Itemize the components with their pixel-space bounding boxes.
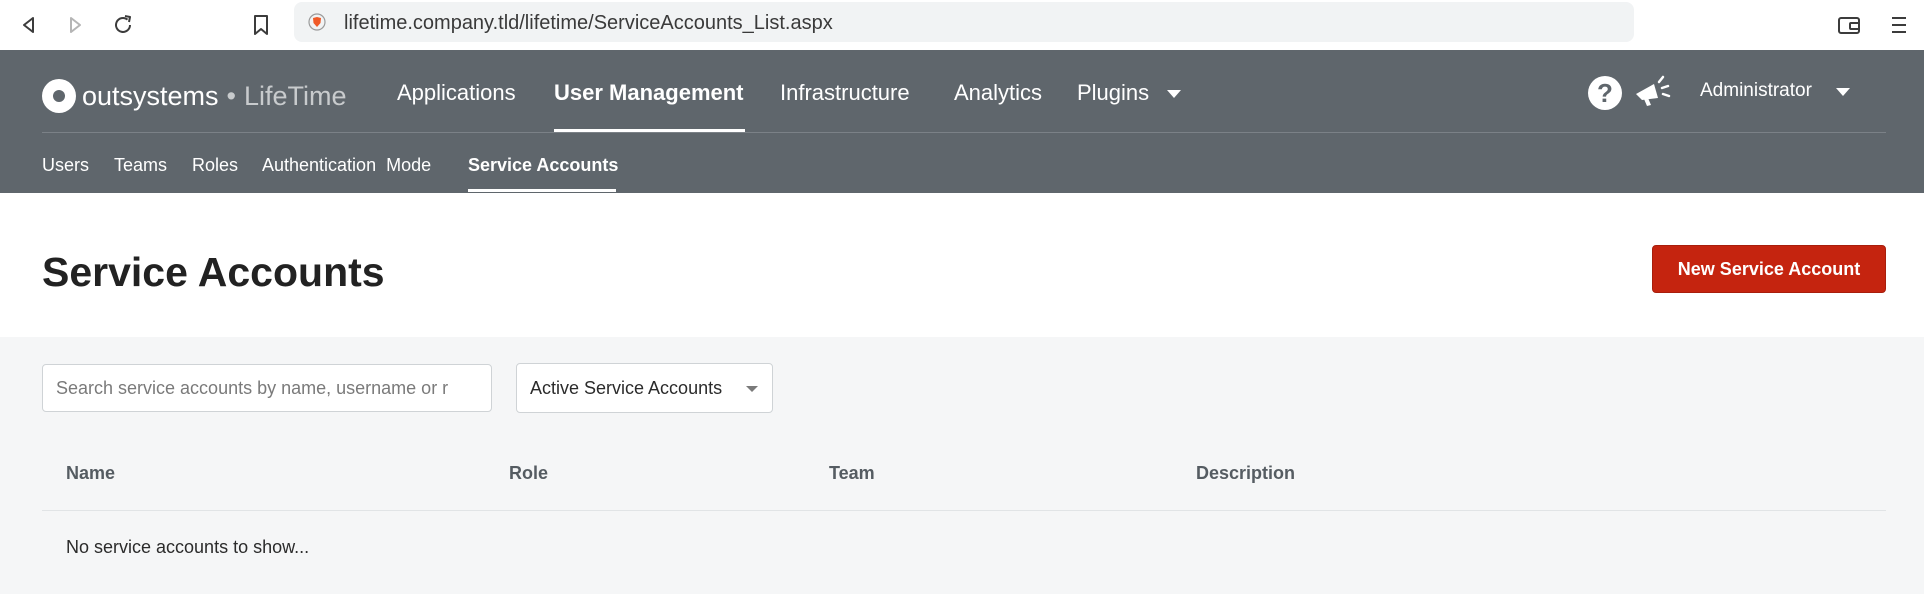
- empty-table-message: No service accounts to show...: [66, 537, 310, 557]
- nav-user-management[interactable]: User Management: [554, 80, 744, 106]
- table-header: Name Role Team Description: [42, 450, 1886, 511]
- app-header: outsystems • LifeTime Applications User …: [0, 50, 1924, 193]
- logo-brand: outsystems: [82, 80, 219, 111]
- column-header-name[interactable]: Name: [66, 463, 115, 484]
- back-icon: [23, 17, 34, 33]
- logo-separator: •: [226, 80, 236, 111]
- nav-plugins[interactable]: Plugins: [1077, 80, 1149, 106]
- column-header-description[interactable]: Description: [1196, 463, 1295, 484]
- forward-icon: [70, 17, 81, 33]
- subnav-authentication-mode[interactable]: Authentication Mode: [262, 155, 431, 176]
- header-divider: [42, 132, 1886, 133]
- chevron-down-icon: [746, 386, 758, 392]
- wallet-icon[interactable]: [1836, 12, 1862, 38]
- forward-button[interactable]: [60, 10, 90, 40]
- subnav-teams[interactable]: Teams: [114, 155, 167, 176]
- brave-shield-icon[interactable]: [308, 13, 326, 31]
- browser-toolbar: lifetime.company.tld/lifetime/ServiceAcc…: [0, 0, 1924, 51]
- browser-menu-icon[interactable]: [1888, 12, 1910, 38]
- megaphone-icon[interactable]: [1632, 74, 1672, 110]
- nav-applications[interactable]: Applications: [397, 80, 516, 106]
- user-menu-chevron-down-icon[interactable]: [1836, 88, 1850, 96]
- url-text[interactable]: lifetime.company.tld/lifetime/ServiceAcc…: [344, 12, 833, 35]
- reload-icon: [115, 15, 131, 33]
- address-bar[interactable]: lifetime.company.tld/lifetime/ServiceAcc…: [294, 2, 1634, 42]
- outsystems-logo-icon: [42, 79, 76, 113]
- status-filter-select[interactable]: Active Service Accounts: [516, 363, 773, 413]
- page-title-area: Service Accounts New Service Account: [0, 193, 1924, 337]
- subnav-service-accounts[interactable]: Service Accounts: [468, 155, 618, 176]
- user-menu[interactable]: Administrator: [1700, 80, 1812, 102]
- bookmark-button[interactable]: [246, 10, 276, 40]
- outsystems-lifetime-logo[interactable]: outsystems • LifeTime: [42, 78, 347, 114]
- help-icon[interactable]: ?: [1588, 76, 1622, 110]
- page-title: Service Accounts: [42, 249, 385, 295]
- column-header-team[interactable]: Team: [829, 463, 875, 484]
- reload-button[interactable]: [108, 10, 138, 40]
- subnav-users[interactable]: Users: [42, 155, 89, 176]
- back-button[interactable]: [14, 10, 44, 40]
- chevron-down-icon[interactable]: [1167, 90, 1181, 98]
- nav-analytics[interactable]: Analytics: [954, 80, 1042, 106]
- logo-product: LifeTime: [244, 80, 347, 111]
- column-header-role[interactable]: Role: [509, 463, 548, 484]
- status-filter-value: Active Service Accounts: [530, 378, 723, 398]
- active-subnav-indicator: [468, 189, 616, 192]
- bookmark-icon: [254, 15, 268, 35]
- new-service-account-button[interactable]: New Service Account: [1652, 245, 1886, 293]
- search-input[interactable]: [42, 364, 492, 412]
- nav-infrastructure[interactable]: Infrastructure: [780, 80, 910, 106]
- subnav-roles[interactable]: Roles: [192, 155, 238, 176]
